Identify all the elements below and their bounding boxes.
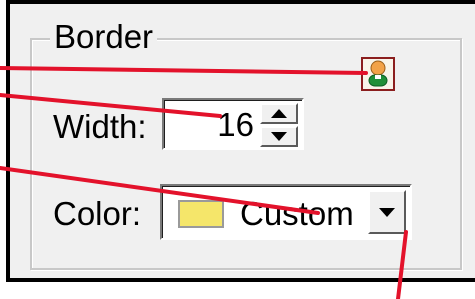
width-spin-buttons: [260, 103, 298, 147]
width-stepper[interactable]: 16: [162, 98, 304, 150]
spin-down-icon: [271, 132, 287, 141]
annotated-screenshot: Border Width: 16 Color: Custom: [0, 0, 475, 299]
spin-up-button[interactable]: [260, 103, 298, 124]
width-label: Width:: [53, 108, 147, 145]
color-dropdown[interactable]: Custom: [160, 184, 412, 240]
border-group-title: Border: [50, 18, 158, 56]
color-swatch: [178, 200, 224, 228]
user-icon[interactable]: [361, 57, 395, 91]
width-value[interactable]: 16: [217, 106, 254, 144]
spin-up-icon: [271, 109, 287, 118]
spin-down-button[interactable]: [260, 126, 298, 147]
color-dropdown-button[interactable]: [368, 190, 406, 234]
user-icon-graphic: [368, 60, 388, 87]
dropdown-arrow-icon: [379, 207, 395, 217]
color-label: Color:: [53, 195, 142, 232]
color-selected-value: Custom: [240, 195, 354, 232]
